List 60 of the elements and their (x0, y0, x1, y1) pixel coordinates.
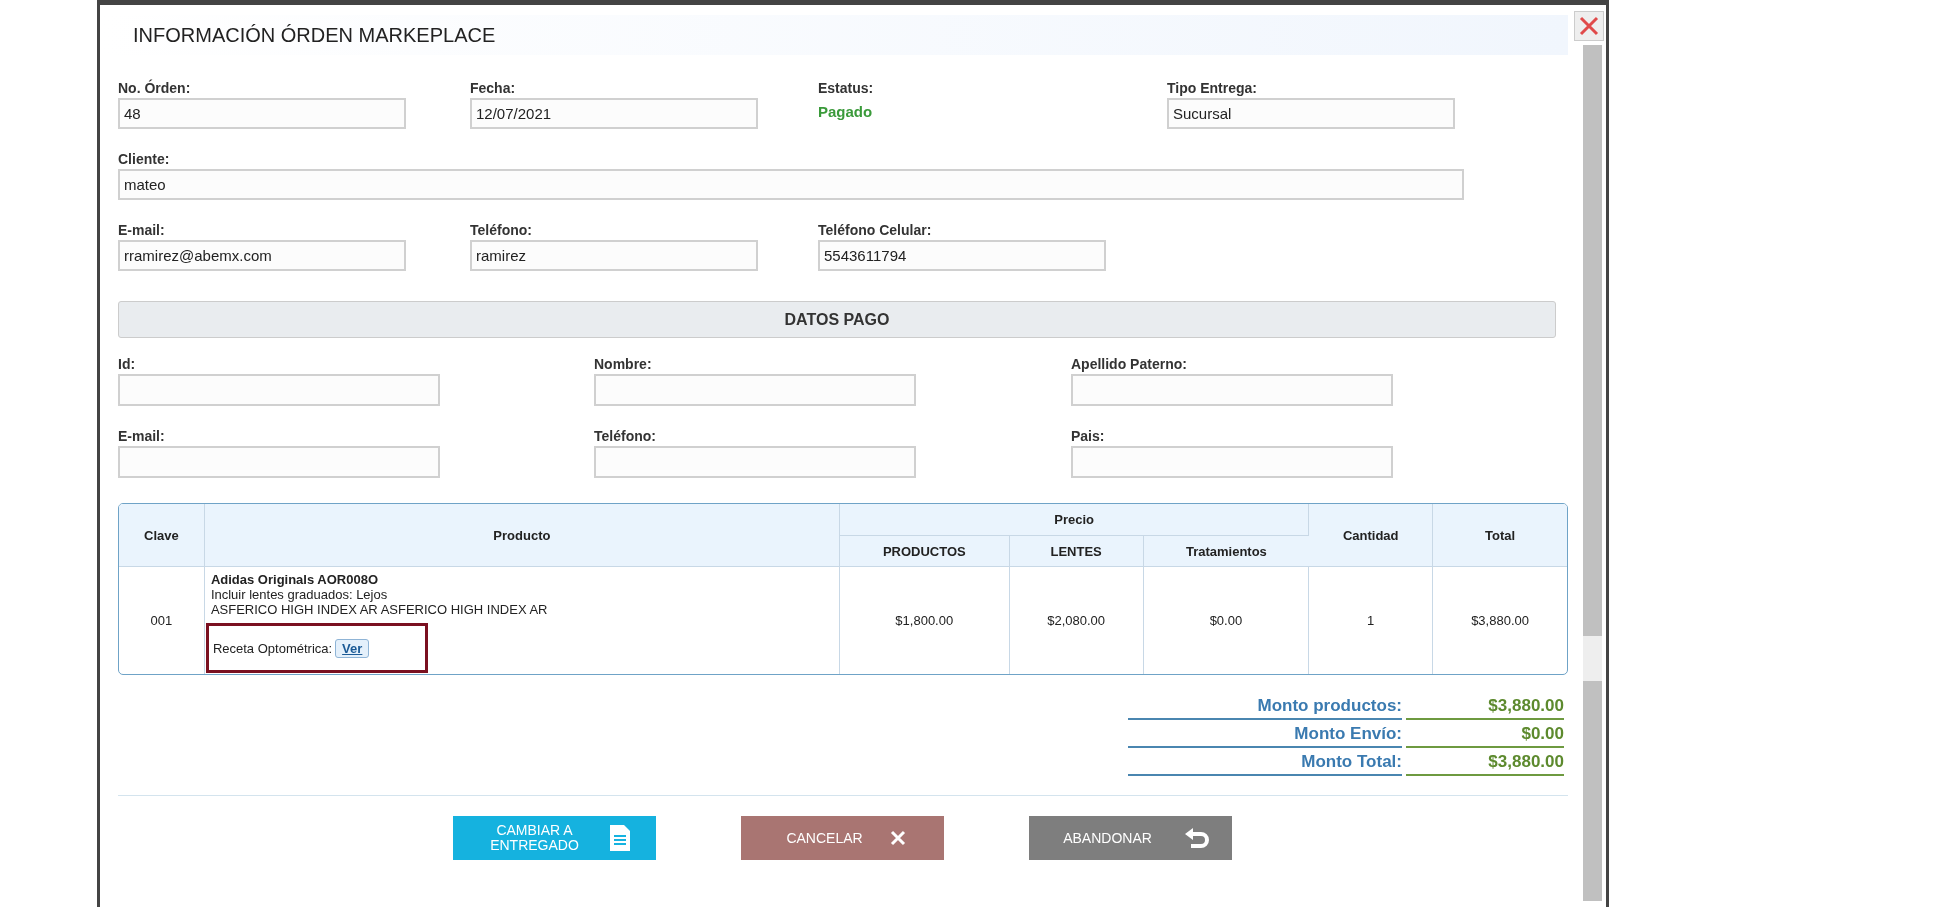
field-label: E-mail: (118, 427, 166, 445)
column-header: Precio (839, 504, 1310, 536)
close-button[interactable] (1574, 11, 1604, 41)
input-field[interactable] (594, 446, 916, 478)
field-label: Cliente: (118, 150, 171, 168)
field-label: Pais: (1071, 427, 1106, 445)
abandon-button[interactable]: ABANDONAR (1029, 816, 1232, 860)
close-icon (889, 830, 906, 846)
total-label: Monto Total: (1128, 748, 1402, 776)
close-icon (1579, 16, 1599, 36)
column-header: PRODUCTOS (839, 536, 1010, 567)
total-label: Monto productos: (1128, 692, 1402, 720)
table-cell: 1 (1309, 567, 1434, 674)
column-header: LENTES (1009, 536, 1144, 567)
input-field[interactable] (1071, 446, 1393, 478)
total-value: $3,880.00 (1406, 692, 1564, 720)
field-label: Apellido Paterno: (1071, 355, 1188, 373)
input-field[interactable] (594, 374, 916, 406)
input-field[interactable] (1071, 374, 1393, 406)
table-cell: $1,800.00 (839, 567, 1010, 674)
status-text: Pagado (818, 103, 874, 120)
field-label: Teléfono: (470, 221, 533, 239)
input-field[interactable]: 48 (118, 98, 406, 129)
column-header: Producto (204, 504, 840, 567)
field-label: No. Órden: (118, 79, 192, 97)
document-icon (609, 825, 630, 851)
field-label: Teléfono: (594, 427, 657, 445)
input-field[interactable]: 5543611794 (818, 240, 1106, 271)
column-header: Cantidad (1309, 504, 1434, 567)
field-label: Teléfono Celular: (818, 221, 933, 239)
input-field[interactable]: Sucursal (1167, 98, 1455, 129)
table-cell: 001 (119, 567, 205, 674)
input-field[interactable]: ramirez (470, 240, 758, 271)
total-value: $3,880.00 (1406, 748, 1564, 776)
input-field[interactable]: rramirez@abemx.com (118, 240, 406, 271)
input-field[interactable]: 12/07/2021 (470, 98, 758, 129)
input-field[interactable]: mateo (118, 169, 1464, 200)
product-detail: Incluir lentes graduados: Lejos (210, 587, 389, 602)
total-label: Monto Envío: (1128, 720, 1402, 748)
table-cell: $2,080.00 (1009, 567, 1144, 674)
field-label: Id: (118, 355, 137, 373)
product-detail: ASFERICO HIGH INDEX AR ASFERICO HIGH INDEX AR (210, 602, 549, 617)
field-label: Fecha: (470, 79, 517, 97)
column-header: Tratamientos (1143, 536, 1310, 567)
section-header: DATOS PAGO (118, 301, 1556, 338)
table-cell: $0.00 (1143, 567, 1310, 674)
input-field[interactable] (118, 446, 440, 478)
view-link[interactable]: Ver (335, 638, 370, 658)
field-label: E-mail: (118, 221, 166, 239)
input-field[interactable] (118, 374, 440, 406)
product-name: Adidas Originals AOR008O (210, 572, 379, 587)
column-header: Clave (119, 504, 205, 567)
total-value: $0.00 (1406, 720, 1564, 748)
cancel-button[interactable]: CANCELAR (741, 816, 944, 860)
table-cell-text: $3,880.00 (1470, 612, 1530, 630)
field-label: Tipo Entrega: (1167, 79, 1258, 97)
column-header: Total (1433, 504, 1567, 567)
prescription-label: Receta Optométrica: (212, 640, 333, 656)
field-label: Nombre: (594, 355, 653, 373)
field-label: Estatus: (818, 79, 875, 97)
